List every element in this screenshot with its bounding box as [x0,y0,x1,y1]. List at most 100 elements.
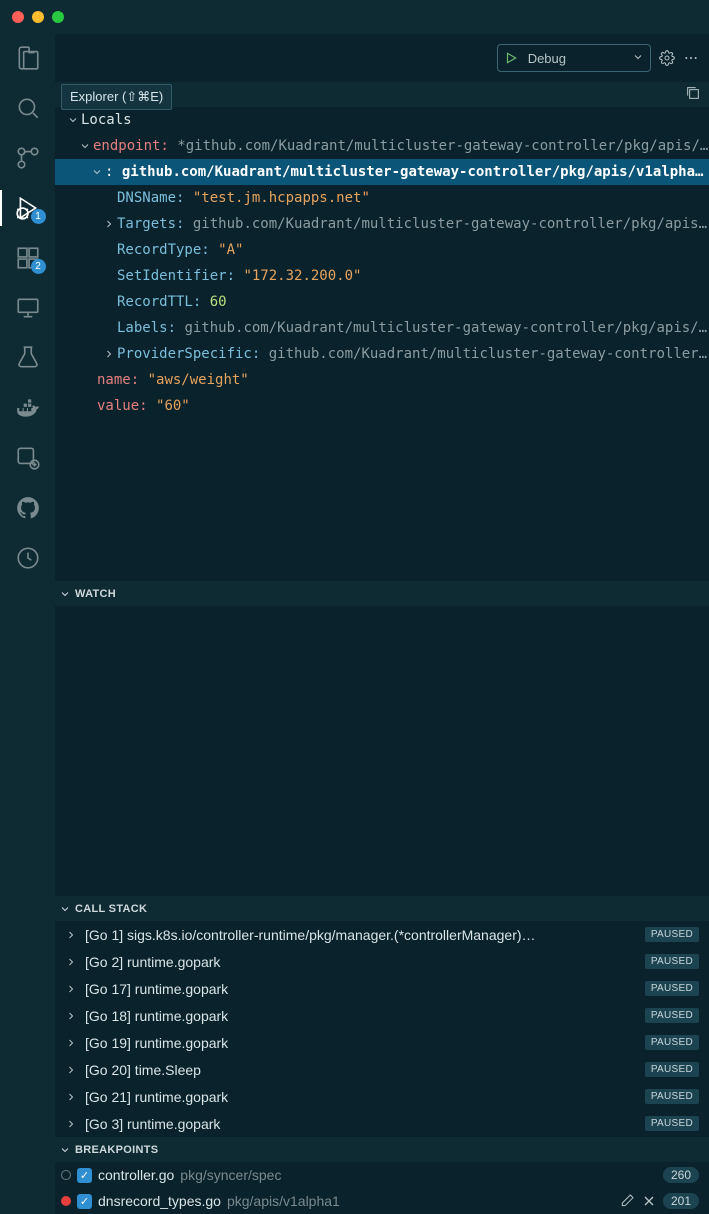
variable-value-field[interactable]: value: "60" [55,393,709,419]
chevron-right-icon[interactable] [101,218,117,230]
breakpoints-section-header[interactable]: BREAKPOINTS [55,1137,709,1162]
callstack-list[interactable]: [Go 1] sigs.k8s.io/controller-runtime/pk… [55,921,709,1137]
window-close-button[interactable] [12,11,24,23]
variable-endpoint[interactable]: endpoint: *github.com/Kuadrant/multiclus… [55,133,709,159]
chevron-down-icon[interactable] [77,140,93,152]
titlebar [0,0,709,34]
variable-labels[interactable]: Labels: github.com/Kuadrant/multicluster… [55,315,709,341]
locals-scope[interactable]: Locals [55,107,709,133]
chevron-down-icon[interactable] [89,166,105,178]
docker-tab[interactable] [14,394,42,422]
debug-config-name: Debug [522,51,626,66]
variable-value: github.com/Kuadrant/multicluster-gateway… [269,341,709,367]
chevron-down-icon[interactable] [65,114,81,126]
callstack-state: PAUSED [645,927,699,942]
start-debug-icon[interactable] [504,51,522,65]
chevron-right-icon[interactable] [63,929,79,941]
watch-panel[interactable] [55,606,709,896]
callstack-item[interactable]: [Go 3] runtime.gopark PAUSED [55,1110,709,1137]
variable-setidentifier[interactable]: SetIdentifier: "172.32.200.0" [55,263,709,289]
debug-toolbar: Explorer (⇧⌘E) Debug [55,34,709,82]
breakpoint-item[interactable]: ✓ controller.go pkg/syncer/spec 260 [55,1162,709,1188]
variable-selected[interactable]: : github.com/Kuadrant/multicluster-gatew… [55,159,709,185]
variable-name-field[interactable]: name: "aws/weight" [55,367,709,393]
callstack-item[interactable]: [Go 19] runtime.gopark PAUSED [55,1029,709,1056]
breakpoint-path: pkg/apis/v1alpha1 [227,1193,340,1209]
chevron-right-icon[interactable] [63,1037,79,1049]
chevron-down-icon[interactable] [626,51,650,66]
callstack-label: [Go 18] runtime.gopark [85,1008,639,1024]
callstack-item[interactable]: [Go 1] sigs.k8s.io/controller-runtime/pk… [55,921,709,948]
variable-providerspecific[interactable]: ProviderSpecific: github.com/Kuadrant/mu… [55,341,709,367]
breakpoint-dot-icon [61,1196,71,1206]
search-tab[interactable] [14,94,42,122]
window-zoom-button[interactable] [52,11,64,23]
variable-value: "172.32.200.0" [243,263,361,289]
debug-config-select[interactable]: Debug [497,44,651,72]
extensions-badge: 2 [31,259,46,274]
chevron-right-icon[interactable] [63,983,79,995]
breakpoint-checkbox[interactable]: ✓ [77,1168,92,1183]
variable-name: : [105,159,113,185]
variable-targets[interactable]: Targets: github.com/Kuadrant/multicluste… [55,211,709,237]
callstack-state: PAUSED [645,1089,699,1104]
watch-section-header[interactable]: WATCH [55,581,709,606]
chevron-right-icon[interactable] [63,1064,79,1076]
callstack-state: PAUSED [645,1062,699,1077]
callstack-item[interactable]: [Go 21] runtime.gopark PAUSED [55,1083,709,1110]
variable-name: SetIdentifier: [117,263,235,289]
variable-name: RecordType: [117,237,210,263]
variable-value: 60 [210,289,227,315]
variables-tree[interactable]: Locals endpoint: *github.com/Kuadrant/mu… [55,107,709,419]
breakpoint-file: dnsrecord_types.go [98,1193,221,1209]
variable-recordttl[interactable]: RecordTTL: 60 [55,289,709,315]
breakpoints-list[interactable]: ✓ controller.go pkg/syncer/spec 260 ✓ dn… [55,1162,709,1214]
chevron-right-icon[interactable] [101,348,117,360]
callstack-label: [Go 3] runtime.gopark [85,1116,639,1132]
variable-name: name: [97,367,139,393]
breakpoint-item[interactable]: ✓ dnsrecord_types.go pkg/apis/v1alpha1 2… [55,1188,709,1214]
breakpoint-file: controller.go [98,1167,174,1183]
callstack-item[interactable]: [Go 2] runtime.gopark PAUSED [55,948,709,975]
callstack-label: [Go 17] runtime.gopark [85,981,639,997]
activity-bar: 1 2 [0,34,55,1214]
source-control-tab[interactable] [14,144,42,172]
chevron-right-icon[interactable] [63,1010,79,1022]
extensions-tab[interactable]: 2 [14,244,42,272]
callstack-title: CALL STACK [75,903,147,915]
callstack-label: [Go 20] time.Sleep [85,1062,639,1078]
variable-recordtype[interactable]: RecordType: "A" [55,237,709,263]
variable-type: github.com/Kuadrant/multicluster-gateway… [122,159,709,185]
github-tab[interactable] [14,494,42,522]
callstack-state: PAUSED [645,1008,699,1023]
callstack-item[interactable]: [Go 18] runtime.gopark PAUSED [55,1002,709,1029]
debug-tab[interactable]: 1 [14,194,42,222]
variable-dnsname[interactable]: DNSName: "test.jm.hcpapps.net" [55,185,709,211]
variable-type: *github.com/Kuadrant/multicluster-gatewa… [177,133,709,159]
breakpoint-checkbox[interactable]: ✓ [77,1194,92,1209]
callstack-item[interactable]: [Go 17] runtime.gopark PAUSED [55,975,709,1002]
chevron-right-icon[interactable] [63,1118,79,1130]
explorer-tooltip: Explorer (⇧⌘E) [61,84,172,110]
callstack-label: [Go 21] runtime.gopark [85,1089,639,1105]
callstack-label: [Go 2] runtime.gopark [85,954,639,970]
explorer-tab[interactable] [14,44,42,72]
variable-value: "60" [156,393,190,419]
callstack-section-header[interactable]: CALL STACK [55,896,709,921]
callstack-item[interactable]: [Go 20] time.Sleep PAUSED [55,1056,709,1083]
more-icon[interactable] [683,50,699,66]
circle-tab[interactable] [14,544,42,572]
collapse-all-icon[interactable] [685,85,709,104]
scope-label: Locals [81,107,132,133]
edit-icon[interactable] [619,1193,635,1209]
settings-plus-tab[interactable] [14,444,42,472]
chevron-right-icon[interactable] [63,1091,79,1103]
callstack-state: PAUSED [645,1035,699,1050]
close-icon[interactable] [641,1193,657,1209]
window-minimize-button[interactable] [32,11,44,23]
breakpoint-line: 201 [663,1193,699,1209]
testing-tab[interactable] [14,344,42,372]
gear-icon[interactable] [659,50,675,66]
chevron-right-icon[interactable] [63,956,79,968]
remote-tab[interactable] [14,294,42,322]
